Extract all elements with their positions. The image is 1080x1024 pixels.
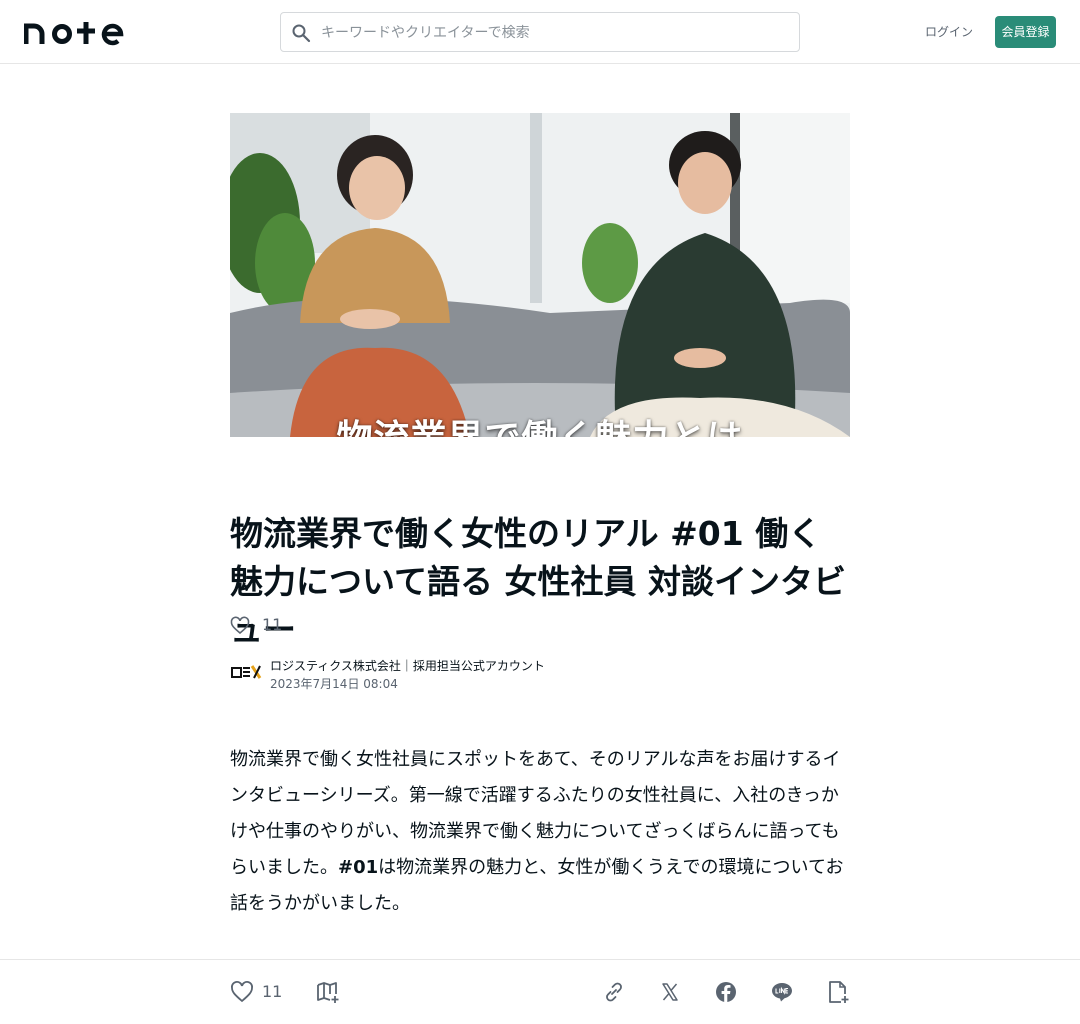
author-info: ロジスティクス株式会社｜採用担当公式アカウント 2023年7月14日 08:04 [230,656,850,692]
link-icon[interactable] [602,980,626,1004]
facebook-icon[interactable] [714,980,738,1004]
article-body: 物流業界で働く女性社員にスポットをあて、そのリアルな声をお届けするインタビューシ… [230,742,850,922]
save-note-icon[interactable] [826,980,850,1004]
search-box[interactable] [280,12,800,52]
hero-caption: 物流業界で働く魅力とは [230,409,850,437]
magazine-add-icon[interactable] [316,980,340,1004]
line-icon[interactable] [770,980,794,1004]
toolbar-like-count: 11 [262,982,283,1001]
login-link[interactable]: ログイン [920,20,978,44]
publish-date: 2023年7月14日 08:04 [270,677,398,691]
search-input[interactable] [319,19,793,47]
note-logo[interactable] [24,18,124,46]
x-icon[interactable] [658,980,682,1004]
author-avatar[interactable] [230,658,262,688]
author-name[interactable]: ロジスティクス株式会社｜採用担当公式アカウント [270,657,545,674]
search-icon [292,24,311,43]
article-title: 物流業界で働く女性のリアル #01 働く魅力について語る 女性社員 対談インタビ… [230,514,846,649]
body-bold-number: #01 [338,857,379,878]
signup-button[interactable]: 会員登録 [995,16,1056,48]
bottom-action-bar: 11 [0,959,1080,1024]
like-count: 11 [262,615,283,634]
heart-icon[interactable] [230,980,254,1004]
site-header: ログイン 会員登録 [0,0,1080,64]
hero-photo [230,113,850,437]
heart-icon[interactable] [230,616,250,636]
hero-image: 物流業界で働く魅力とは [230,113,850,437]
